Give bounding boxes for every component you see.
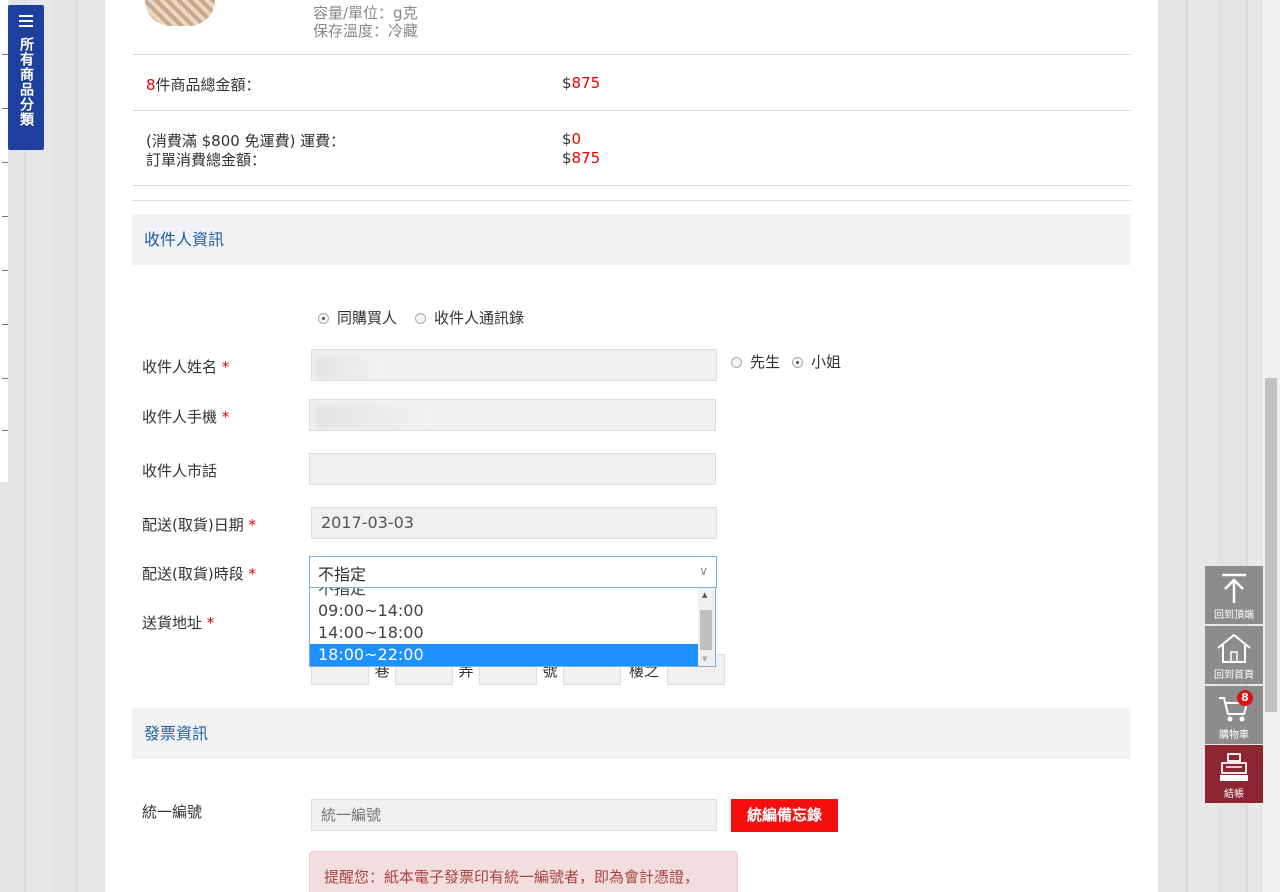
- delivery-date-input[interactable]: 2017-03-03: [311, 507, 717, 539]
- divider: [132, 185, 1131, 186]
- redacted-value: [316, 356, 382, 378]
- divider: [132, 110, 1131, 111]
- item-count: 8: [146, 76, 156, 94]
- radio-unchecked-icon: [731, 357, 742, 368]
- recipient-phone-input[interactable]: [309, 453, 716, 485]
- delivery-date-label: 配送(取貨)日期 *: [142, 516, 256, 534]
- recipient-name-input[interactable]: [311, 349, 717, 381]
- back-to-top-label: 回到頂端: [1214, 610, 1254, 621]
- scroll-down-icon[interactable]: ▼: [702, 655, 707, 663]
- recipient-name-label: 收件人姓名 *: [142, 358, 230, 376]
- recipient-mobile-label: 收件人手機 *: [142, 408, 230, 426]
- time-option[interactable]: 不指定: [310, 588, 698, 600]
- recipient-section-title: 收件人資訊: [132, 214, 1131, 265]
- time-option[interactable]: 14:00~18:00: [310, 622, 698, 644]
- cart-count-badge: 8: [1237, 690, 1253, 706]
- scroll-up-icon[interactable]: ▲: [702, 591, 707, 599]
- order-total-label: 訂單消費總金額：: [146, 151, 267, 169]
- product-storage: 保存溫度：冷藏: [313, 22, 419, 40]
- page-scrollbar-thumb[interactable]: [1265, 378, 1277, 712]
- tax-id-memo-button[interactable]: 統編備忘錄: [731, 799, 838, 832]
- divider: [132, 200, 1131, 201]
- order-total-value: $875: [562, 149, 601, 167]
- recipient-phone-label: 收件人市話: [142, 462, 218, 480]
- recipient-mobile-input[interactable]: [309, 399, 716, 431]
- delivery-time-select[interactable]: 不指定 ∨: [309, 556, 717, 588]
- time-option-highlighted[interactable]: 18:00~22:00: [310, 644, 698, 666]
- shipping-label: (消費滿 $800 免運費) 運費：: [146, 132, 346, 150]
- time-option[interactable]: 09:00~14:00: [310, 600, 698, 622]
- checkout-label: 結帳: [1224, 789, 1244, 800]
- radio-checked-icon: [792, 357, 803, 368]
- back-to-top-button[interactable]: 回到頂端: [1205, 566, 1263, 624]
- arrow-up-icon: [1222, 573, 1246, 603]
- delivery-time-dropdown[interactable]: 不指定 09:00~14:00 14:00~18:00 18:00~22:00 …: [309, 587, 716, 667]
- scrollbar-thumb[interactable]: [700, 610, 712, 650]
- recipient-source-option-buyer[interactable]: 同購買人: [318, 307, 397, 328]
- back-to-home-button[interactable]: 回到首頁: [1205, 626, 1263, 684]
- recipient-source-option-addressbook[interactable]: 收件人通訊錄: [415, 307, 524, 328]
- back-to-home-label: 回到首頁: [1214, 670, 1254, 681]
- title-option-ms[interactable]: 小姐: [792, 351, 841, 372]
- radio-unchecked-icon: [415, 313, 426, 324]
- tax-id-label: 統一編號: [142, 803, 203, 821]
- checkout-button[interactable]: 結帳: [1205, 745, 1263, 803]
- home-icon: [1217, 633, 1251, 663]
- title-option-mr[interactable]: 先生: [731, 351, 780, 372]
- cash-register-icon: [1220, 753, 1248, 781]
- dropdown-scrollbar[interactable]: ▲ ▼: [698, 588, 715, 666]
- redacted-value: [316, 406, 434, 428]
- menu-icon: [19, 15, 33, 27]
- shipping-value: $0: [562, 130, 582, 148]
- left-edge-strip: [0, 0, 8, 482]
- delivery-time-label: 配送(取貨)時段 *: [142, 565, 256, 583]
- invoice-notice: 提醒您：紙本電子發票印有統一編號者，即為會計憑證，: [309, 851, 738, 892]
- item-total-value: $875: [562, 74, 601, 92]
- divider: [132, 54, 1131, 55]
- item-total-label: 8件商品總金額：: [146, 76, 261, 94]
- address-label: 送貨地址 *: [142, 614, 215, 632]
- page-scrollbar[interactable]: [1263, 0, 1280, 892]
- invoice-section-title: 發票資訊: [132, 708, 1131, 759]
- tax-id-input[interactable]: [311, 799, 717, 831]
- cart-label: 購物車: [1219, 730, 1249, 741]
- all-categories-label: 所有商品分類: [18, 37, 34, 127]
- chevron-down-icon: ∨: [699, 564, 708, 578]
- radio-checked-icon: [318, 313, 329, 324]
- cart-button[interactable]: 8 購物車: [1205, 686, 1263, 744]
- all-categories-tab[interactable]: 所有商品分類: [8, 5, 44, 150]
